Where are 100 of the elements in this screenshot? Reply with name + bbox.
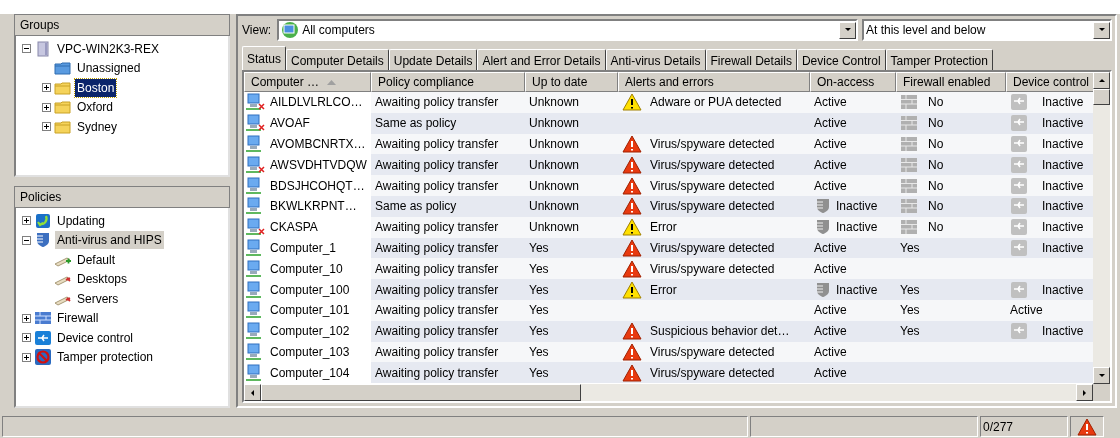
- column-header[interactable]: Device control: [1006, 72, 1093, 92]
- table-cell-text: No: [928, 177, 944, 195]
- table-cell-text: Yes: [529, 364, 549, 382]
- tree-item[interactable]: Tamper protection: [55, 348, 156, 367]
- scope-dropdown[interactable]: At this level and below: [862, 19, 1112, 41]
- scrollbar-thumb[interactable]: [261, 384, 581, 401]
- tree-item[interactable]: Oxford: [75, 98, 115, 117]
- table-row[interactable]: CKASPA Awaiting policy transfer Unknown Error Inactive No Inactive: [244, 216, 1093, 238]
- table-row[interactable]: Computer_101 Awaiting policy transfer Yes Active Yes Active: [244, 299, 1093, 321]
- collapse-icon[interactable]: [22, 235, 31, 245]
- expand-icon[interactable]: [22, 352, 31, 362]
- view-label: View:: [242, 22, 273, 39]
- table-cell-text: Unknown: [529, 115, 580, 133]
- scroll-up-button[interactable]: [1093, 72, 1110, 89]
- tree-item[interactable]: Sydney: [75, 117, 120, 136]
- table-cell-text: Unknown: [529, 136, 580, 153]
- table-row[interactable]: AVOAF Same as policy Unknown Active No Inactive: [244, 112, 1093, 134]
- collapse-icon[interactable]: [22, 44, 31, 54]
- table-cell-text: AVOMBCNRTX…: [270, 136, 366, 153]
- folder-icon: [54, 79, 72, 96]
- tree-item[interactable]: Updating: [55, 211, 108, 230]
- tab[interactable]: Anti-virus Details: [605, 49, 706, 70]
- tab[interactable]: Computer Details: [286, 49, 389, 70]
- table-row[interactable]: Computer_102 Awaiting policy transfer Yes Suspicious behavior det… Active Yes Inactive: [244, 320, 1093, 342]
- table-cell-text: Inactive: [1042, 323, 1084, 341]
- table-row[interactable]: Computer_104 Awaiting policy transfer Yes Virus/spyware detected Active: [244, 362, 1093, 384]
- tree-item[interactable]: Anti-virus and HIPS: [55, 231, 164, 250]
- table-cell-text: Inactive: [1042, 281, 1084, 299]
- expand-icon[interactable]: [42, 102, 51, 112]
- tab[interactable]: Tamper Protection: [885, 49, 993, 70]
- table-cell-text: Active: [1010, 302, 1043, 320]
- usb-icon: [34, 329, 52, 346]
- scroll-down-button[interactable]: [1093, 367, 1110, 384]
- table-cell-text: Inactive: [1042, 198, 1084, 216]
- computer-count: 0/277: [980, 416, 1068, 437]
- table-cell-text: AVOAF: [270, 115, 310, 133]
- table-cell-text: Yes: [529, 343, 549, 361]
- table-cell-text: No: [928, 94, 944, 112]
- tab[interactable]: Firewall Details: [705, 49, 797, 70]
- table-row[interactable]: BDSJHCOHQT… Awaiting policy transfer Unknown Virus/spyware detected Active No Inactive: [244, 175, 1093, 196]
- table-row[interactable]: AWSVDHTVDQW Awaiting policy transfer Unknown Virus/spyware detected Active No Inactive: [244, 154, 1093, 176]
- tab[interactable]: Status: [242, 46, 287, 70]
- column-header[interactable]: Policy compliance: [371, 72, 525, 92]
- table-cell-text: Active: [814, 260, 847, 278]
- table-row[interactable]: AILDLVLRLCO… Awaiting policy transfer Unknown Adware or PUA detected Active No Inactive: [244, 92, 1093, 113]
- expand-icon[interactable]: [42, 122, 51, 132]
- table-row[interactable]: BKWLKRPNT… Same as policy Unknown Virus/spyware detected Inactive No Inactive: [244, 196, 1093, 217]
- column-header[interactable]: On-access: [810, 72, 896, 92]
- column-header[interactable]: Firewall enabled: [896, 72, 1006, 92]
- vertical-scrollbar[interactable]: [1093, 72, 1110, 384]
- tree-item[interactable]: VPC-WIN2K3-REX: [55, 39, 162, 58]
- table-cell-text: Unknown: [529, 177, 580, 195]
- table-cell-text: Awaiting policy transfer: [375, 156, 499, 174]
- table-cell-text: Virus/spyware detected: [650, 156, 775, 174]
- tree-item[interactable]: Boston: [75, 78, 117, 97]
- table-cell-text: BKWLKRPNT…: [270, 198, 357, 216]
- tree-item[interactable]: Default: [75, 250, 118, 269]
- table-cell-text: Active: [814, 302, 847, 320]
- expand-icon[interactable]: [42, 83, 51, 93]
- table-cell-text: Active: [814, 136, 847, 153]
- column-header[interactable]: Alerts and errors: [618, 72, 810, 92]
- table-cell-text: Inactive: [1042, 177, 1084, 195]
- table-cell-text: Inactive: [1042, 94, 1084, 112]
- scroll-right-button[interactable]: [1076, 384, 1093, 401]
- table-cell-text: Computer_1: [270, 239, 337, 257]
- tree-item[interactable]: Desktops: [75, 270, 130, 289]
- table-cell-text: No: [928, 156, 944, 174]
- table-cell-text: Computer_103: [270, 343, 350, 361]
- expand-icon[interactable]: [22, 216, 31, 226]
- table-cell-text: BDSJHCOHQT…: [270, 177, 365, 195]
- column-header[interactable]: Up to date: [525, 72, 618, 92]
- scroll-left-button[interactable]: [244, 384, 261, 401]
- tree-item[interactable]: Firewall: [55, 309, 101, 328]
- folder-icon: [54, 60, 72, 77]
- table-cell-text: Inactive: [836, 281, 878, 299]
- tab[interactable]: Alert and Error Details: [477, 49, 606, 70]
- expand-icon[interactable]: [22, 313, 31, 323]
- table-cell-text: Virus/spyware detected: [650, 177, 775, 195]
- table-row[interactable]: Computer_100 Awaiting policy transfer Yes Error Inactive Yes Inactive: [244, 279, 1093, 300]
- table-row[interactable]: AVOMBCNRTX… Awaiting policy transfer Unknown Virus/spyware detected Active No Inactive: [244, 133, 1093, 155]
- tab[interactable]: Update Details: [388, 49, 478, 70]
- scrollbar-thumb[interactable]: [1093, 89, 1110, 105]
- view-dropdown[interactable]: All computers: [277, 19, 858, 41]
- expand-icon[interactable]: [22, 333, 31, 343]
- table-cell-text: Virus/spyware detected: [650, 260, 775, 278]
- table-cell-text: Awaiting policy transfer: [375, 260, 499, 278]
- table-cell-text: Same as policy: [375, 198, 457, 216]
- table-cell-text: No: [928, 198, 944, 216]
- table-row[interactable]: Computer_1 Awaiting policy transfer Yes Virus/spyware detected Active Yes Inactive: [244, 237, 1093, 259]
- table-row[interactable]: Computer_10 Awaiting policy transfer Yes Virus/spyware detected Active: [244, 258, 1093, 280]
- table-cell-text: Suspicious behavior det…: [650, 323, 790, 341]
- table-cell-text: Inactive: [1042, 156, 1084, 174]
- table-cell-text: Computer_102: [270, 323, 350, 341]
- tab[interactable]: Device Control: [796, 49, 886, 70]
- table-row[interactable]: Computer_103 Awaiting policy transfer Yes Virus/spyware detected Active: [244, 341, 1093, 363]
- tree-item[interactable]: Device control: [55, 328, 136, 347]
- column-header[interactable]: Computer …: [244, 72, 371, 92]
- horizontal-scrollbar[interactable]: [244, 384, 1110, 401]
- tree-item[interactable]: Unassigned: [75, 59, 143, 78]
- tree-item[interactable]: Servers: [75, 289, 121, 308]
